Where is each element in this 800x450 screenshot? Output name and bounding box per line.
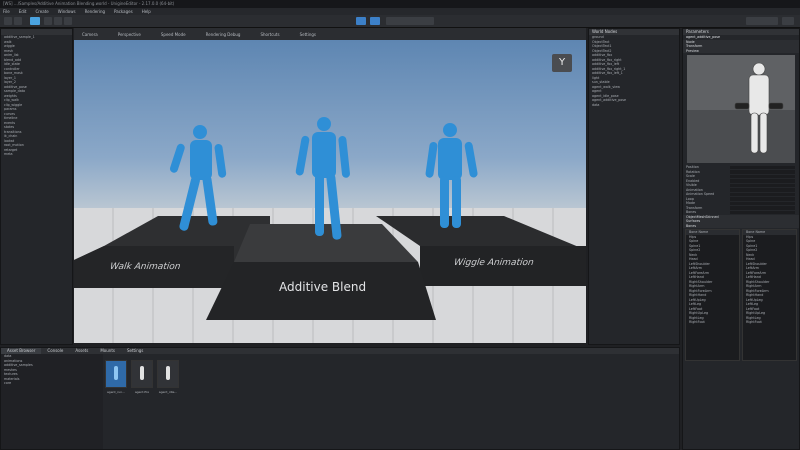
menu-item-create[interactable]: Create bbox=[35, 8, 48, 15]
param-field-label: Bones bbox=[686, 210, 697, 214]
scale-tool-icon[interactable] bbox=[64, 17, 72, 25]
viewport-toolbar-0[interactable]: Camera bbox=[82, 32, 98, 37]
param-field-input[interactable] bbox=[730, 179, 795, 183]
asset-label[interactable]: agent.fbx bbox=[131, 390, 153, 394]
window-title: [WS] .../Samples/Additive Animation Blen… bbox=[0, 0, 800, 8]
platform-center bbox=[234, 224, 418, 262]
character-walk bbox=[169, 125, 227, 231]
param-field-input[interactable] bbox=[730, 197, 795, 201]
viewport-toolbar-5[interactable]: Settings bbox=[300, 32, 316, 37]
scene-objects bbox=[74, 117, 586, 320]
character-additive bbox=[295, 117, 350, 240]
asset-label[interactable]: agent_run... bbox=[105, 390, 127, 394]
scene-viewport[interactable]: Y Walk Animation Additive Blend Wiggle A… bbox=[74, 40, 586, 343]
play-mode-icon[interactable] bbox=[356, 17, 366, 25]
param-field-row: Bones bbox=[683, 210, 799, 215]
select-tool-icon[interactable] bbox=[30, 17, 40, 25]
menu-item-help[interactable]: Help bbox=[142, 8, 151, 15]
menu-item-edit[interactable]: Edit bbox=[19, 8, 27, 15]
asset-tab[interactable]: Settings bbox=[121, 348, 149, 354]
mesh-preview[interactable] bbox=[687, 55, 795, 163]
asset-thumbnail[interactable] bbox=[131, 360, 153, 388]
menu-item-file[interactable]: File bbox=[3, 8, 10, 15]
new-icon[interactable] bbox=[4, 17, 12, 25]
move-tool-icon[interactable] bbox=[44, 17, 52, 25]
param-field-input[interactable] bbox=[730, 188, 795, 192]
bone-item[interactable]: RightFoot bbox=[686, 320, 739, 325]
menu-item-rendering[interactable]: Rendering bbox=[85, 8, 105, 15]
character-icon bbox=[114, 366, 118, 380]
character-wiggle bbox=[425, 123, 478, 228]
viewport-toolbar-3[interactable]: Rendering Debug bbox=[206, 32, 241, 37]
param-field-input[interactable] bbox=[730, 170, 795, 174]
menu-item-packages[interactable]: Packages bbox=[114, 8, 133, 15]
menu-bar: File Edit Create Windows Rendering Packages He… bbox=[0, 8, 800, 15]
world-node-item[interactable]: data bbox=[589, 103, 679, 108]
rotate-tool-icon[interactable] bbox=[54, 17, 62, 25]
run-button[interactable] bbox=[386, 17, 434, 25]
label-wiggle-animation: Wiggle Animation bbox=[453, 258, 535, 268]
asset-browser: Asset Browser Console Assets Mounts Settings… bbox=[0, 347, 680, 450]
viewport-toolbar: Camera Perspective Speed Mode Rendering Deb… bbox=[74, 28, 586, 40]
viewport-toolbar-1[interactable]: Perspective bbox=[118, 32, 141, 37]
main-toolbar bbox=[0, 15, 800, 28]
world-nodes-panel: World Nodes ground ObjectText ObjectText1 O… bbox=[588, 28, 680, 345]
pause-icon[interactable] bbox=[370, 17, 380, 25]
param-field-input[interactable] bbox=[730, 183, 795, 187]
character-icon bbox=[166, 366, 170, 380]
param-section[interactable]: Preview bbox=[683, 48, 799, 53]
param-field-input[interactable] bbox=[730, 165, 795, 169]
param-field-input[interactable] bbox=[730, 206, 795, 210]
bone-item[interactable]: RightFoot bbox=[743, 320, 796, 325]
folder-item[interactable]: core bbox=[1, 381, 103, 386]
param-field-input[interactable] bbox=[730, 210, 795, 214]
menu-item-windows[interactable]: Windows bbox=[58, 8, 76, 15]
parameters-panel: Parameters agent_additive_pose Node Trans… bbox=[682, 28, 800, 450]
viewport-toolbar-2[interactable]: Speed Mode bbox=[161, 32, 186, 37]
hierarchy-panel: additive_sample_1 walk wiggle mesh anim_list… bbox=[0, 28, 73, 345]
bones-list-left[interactable]: Bone Name Hips Spine Spine1 Spine2 Neck Head Le… bbox=[685, 229, 740, 361]
viewport-toolbar-4[interactable]: Shortcuts bbox=[260, 32, 279, 37]
asset-thumbnail[interactable] bbox=[157, 360, 179, 388]
bones-list-right[interactable]: Bone Name Hips Spine Spine1 Spine2 Neck Head Le… bbox=[742, 229, 797, 361]
asset-label[interactable]: agent_idle... bbox=[157, 390, 179, 394]
param-field-input[interactable] bbox=[730, 201, 795, 205]
param-field-input[interactable] bbox=[730, 174, 795, 178]
label-additive-blend: Additive Blend bbox=[279, 280, 367, 294]
settings-icon[interactable] bbox=[782, 17, 794, 25]
character-icon bbox=[140, 366, 144, 380]
search-field[interactable] bbox=[746, 17, 778, 25]
open-icon[interactable] bbox=[14, 17, 22, 25]
param-field-input[interactable] bbox=[730, 192, 795, 196]
label-walk-animation: Walk Animation bbox=[109, 262, 182, 272]
tree-item[interactable]: meta bbox=[1, 152, 72, 157]
asset-thumbnail[interactable] bbox=[105, 360, 127, 388]
